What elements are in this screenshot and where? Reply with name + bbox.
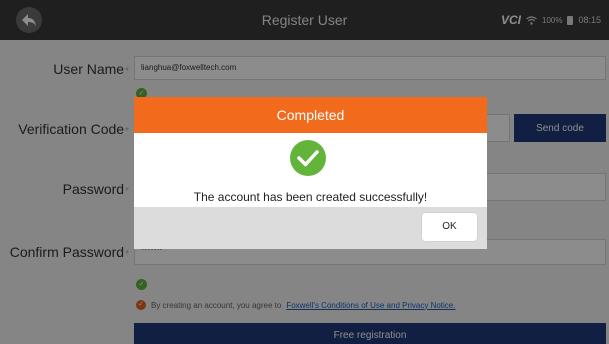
ok-button[interactable]: OK [422,213,477,241]
dialog-footer: OK [134,207,487,249]
dialog-body: The account has been created successfull… [134,133,487,207]
dialog-title: Completed [134,97,487,133]
dialog-message: The account has been created successfull… [193,190,428,204]
register-user-screen: Register User VCI 100% 08:15 User Name* … [0,0,609,344]
checkmark-icon [297,150,319,167]
success-check-icon [290,140,326,176]
completed-dialog: Completed The account has been created s… [134,97,487,249]
